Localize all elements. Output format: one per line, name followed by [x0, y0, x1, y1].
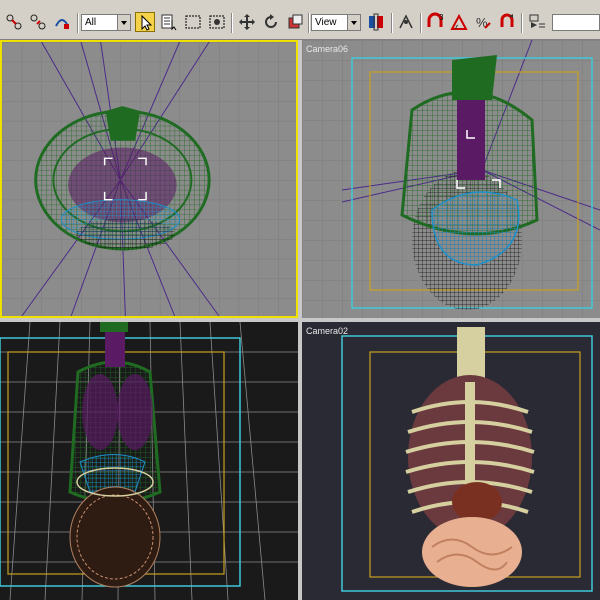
toolbar-separator — [521, 13, 523, 33]
chevron-down-icon — [117, 15, 130, 30]
toolbar-separator — [420, 13, 422, 33]
chevron-down-icon — [347, 15, 360, 30]
reference-coord-dropdown[interactable]: View — [311, 14, 361, 31]
bind-spacewarp-icon[interactable] — [52, 12, 72, 32]
svg-text:3: 3 — [439, 13, 444, 22]
viewport-label: Camera02 — [306, 326, 349, 336]
spinner-snap-icon[interactable] — [497, 12, 517, 32]
unlink-icon[interactable] — [28, 12, 48, 32]
pivot-icon[interactable] — [366, 12, 386, 32]
rect-selection-icon[interactable] — [183, 12, 203, 32]
viewport-label: Camera06 — [306, 44, 349, 54]
viewport-bottom-right[interactable]: Camera02 — [302, 322, 600, 600]
toolbar-separator — [231, 13, 233, 33]
toolbar-separator — [391, 13, 393, 33]
selection-filter-value: All — [85, 17, 97, 28]
viewport-scene-wireframe-perspective — [0, 322, 298, 600]
select-object-icon[interactable] — [135, 12, 155, 32]
toolbar-separator — [308, 13, 310, 33]
named-selection-input[interactable] — [552, 14, 600, 31]
rotate-icon[interactable] — [261, 12, 281, 32]
scale-icon[interactable] — [285, 12, 305, 32]
viewport-scene-wireframe-front — [2, 42, 296, 316]
window-crossing-icon[interactable] — [207, 12, 227, 32]
reference-coord-value: View — [315, 17, 337, 28]
viewport-top-right[interactable]: Camera06 — [302, 40, 600, 318]
viewport-scene-shaded-render — [302, 322, 600, 600]
main-toolbar: All View 3 % — [0, 0, 600, 40]
snap-3-icon[interactable]: 3 — [425, 12, 445, 32]
angle-snap-icon[interactable] — [449, 12, 469, 32]
viewport-top-left[interactable] — [0, 40, 298, 318]
move-icon[interactable] — [237, 12, 257, 32]
viewport-scene-wireframe-camera — [302, 40, 600, 318]
edit-named-selection-icon[interactable] — [527, 12, 547, 32]
select-link-icon[interactable] — [4, 12, 24, 32]
select-by-name-icon[interactable] — [159, 12, 179, 32]
toolbar-separator — [77, 13, 79, 33]
viewport-bottom-left[interactable] — [0, 322, 298, 600]
mirror-icon[interactable] — [396, 12, 416, 32]
percent-snap-icon[interactable]: % — [473, 12, 493, 32]
selection-filter-dropdown[interactable]: All — [81, 14, 131, 31]
